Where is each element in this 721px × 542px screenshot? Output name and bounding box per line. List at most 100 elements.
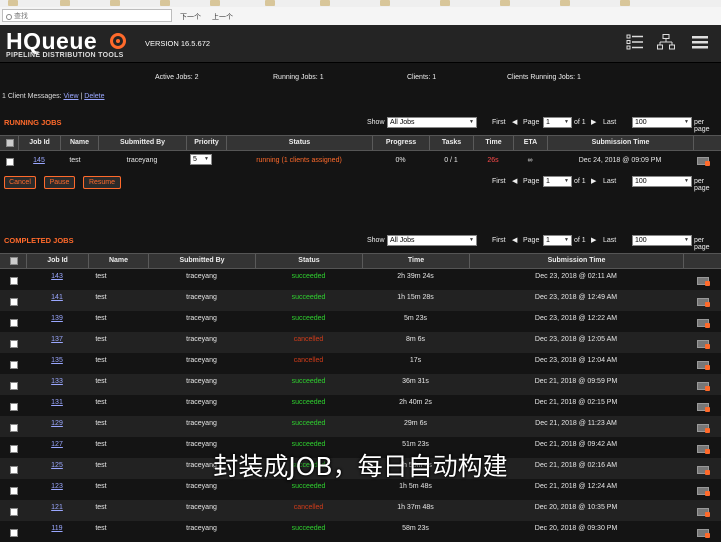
- find-input[interactable]: 查找: [2, 9, 172, 22]
- running-next-page-icon[interactable]: ▶: [591, 177, 596, 185]
- job-id-link[interactable]: 137: [51, 336, 63, 343]
- column-header[interactable]: Time: [473, 136, 513, 150]
- jobs-checklist-icon[interactable]: [626, 34, 644, 50]
- job-details-icon[interactable]: [697, 277, 710, 286]
- running-first-link[interactable]: First: [492, 119, 506, 126]
- column-header[interactable]: Status: [255, 254, 362, 268]
- table-row[interactable]: 139 test traceyang succeeded 5m 23s Dec 23, 2…: [0, 311, 721, 332]
- job-details-icon[interactable]: [697, 361, 710, 370]
- running-last-link-bottom[interactable]: Last: [603, 178, 616, 185]
- running-next-page-icon[interactable]: ▶: [591, 118, 596, 126]
- column-header[interactable]: Progress: [372, 136, 429, 150]
- table-row[interactable]: 143 test traceyang succeeded 2h 39m 24s Dec 2…: [0, 269, 721, 290]
- table-row[interactable]: 133 test traceyang succeeded 36m 31s Dec 21, …: [0, 374, 721, 395]
- column-header[interactable]: Time: [362, 254, 469, 268]
- job-id-link[interactable]: 121: [51, 504, 63, 511]
- row-checkbox[interactable]: [6, 158, 14, 166]
- completed-per-page-select[interactable]: 100: [632, 235, 692, 246]
- job-id-link[interactable]: 133: [51, 378, 63, 385]
- running-select-all-checkbox[interactable]: [6, 139, 14, 147]
- bookmark-folder-icon[interactable]: [380, 0, 390, 6]
- column-header[interactable]: Status: [226, 136, 372, 150]
- job-details-icon[interactable]: [697, 340, 710, 349]
- job-id-link[interactable]: 119: [51, 525, 62, 532]
- running-per-page-select[interactable]: 100: [632, 117, 692, 128]
- find-previous-button[interactable]: 上一个: [212, 12, 233, 22]
- pause-button[interactable]: Pause: [44, 176, 75, 189]
- job-id-link[interactable]: 123: [51, 483, 63, 490]
- bookmark-folder-icon[interactable]: [620, 0, 630, 6]
- job-id-link[interactable]: 143: [51, 273, 63, 280]
- job-id-link[interactable]: 139: [51, 315, 63, 322]
- running-page-select-bottom[interactable]: 1: [543, 176, 572, 187]
- running-prev-page-icon[interactable]: ◀: [512, 177, 517, 185]
- network-clients-icon[interactable]: [657, 34, 675, 50]
- row-checkbox[interactable]: [10, 508, 18, 516]
- job-details-icon[interactable]: [697, 403, 710, 412]
- table-row[interactable]: 131 test traceyang succeeded 2h 40m 2s Dec 21…: [0, 395, 721, 416]
- completed-first-link[interactable]: First: [492, 237, 506, 244]
- column-header[interactable]: ETA: [513, 136, 547, 150]
- column-header[interactable]: Priority: [186, 136, 226, 150]
- running-page-select[interactable]: 1: [543, 117, 572, 128]
- column-header[interactable]: Name: [88, 254, 148, 268]
- running-per-page-select-bottom[interactable]: 100: [632, 176, 692, 187]
- job-id-link[interactable]: 131: [51, 399, 63, 406]
- completed-next-page-icon[interactable]: ▶: [591, 236, 596, 244]
- column-header[interactable]: Submitted By: [148, 254, 255, 268]
- column-header[interactable]: Name: [60, 136, 98, 150]
- table-row[interactable]: 145 test traceyang 5 running (1 clients …: [0, 153, 721, 174]
- column-header[interactable]: Job Id: [26, 254, 88, 268]
- row-checkbox[interactable]: [10, 487, 18, 495]
- completed-select-all-checkbox[interactable]: [10, 257, 18, 265]
- bookmark-folder-icon[interactable]: [60, 0, 70, 6]
- column-header[interactable]: Submission Time: [547, 136, 693, 150]
- table-row[interactable]: 129 test traceyang succeeded 29m 6s Dec 21, 2…: [0, 416, 721, 437]
- completed-show-filter[interactable]: All Jobs: [387, 235, 477, 246]
- job-id-link[interactable]: 135: [51, 357, 63, 364]
- table-row[interactable]: 119 test traceyang succeeded 58m 23s Dec 20, …: [0, 521, 721, 542]
- row-checkbox[interactable]: [10, 403, 18, 411]
- bookmark-folder-icon[interactable]: [440, 0, 450, 6]
- running-last-link[interactable]: Last: [603, 119, 616, 126]
- column-header[interactable]: Submitted By: [98, 136, 186, 150]
- column-header[interactable]: Job Id: [18, 136, 60, 150]
- job-details-icon[interactable]: [697, 508, 710, 517]
- row-checkbox[interactable]: [10, 340, 18, 348]
- bookmark-folder-icon[interactable]: [320, 0, 330, 6]
- running-prev-page-icon[interactable]: ◀: [512, 118, 517, 126]
- job-details-icon[interactable]: [697, 424, 710, 433]
- table-row[interactable]: 121 test traceyang cancelled 1h 37m 48s Dec 2…: [0, 500, 721, 521]
- menu-icon[interactable]: [691, 34, 709, 50]
- priority-select[interactable]: 5: [190, 154, 212, 165]
- job-details-icon[interactable]: [697, 298, 710, 307]
- job-details-icon[interactable]: [697, 382, 710, 391]
- bookmark-folder-icon[interactable]: [8, 0, 18, 6]
- row-checkbox[interactable]: [10, 382, 18, 390]
- table-row[interactable]: 137 test traceyang cancelled 8m 6s Dec 23, 20…: [0, 332, 721, 353]
- table-row[interactable]: 141 test traceyang succeeded 1h 15m 28s Dec 2…: [0, 290, 721, 311]
- view-messages-link[interactable]: View: [63, 93, 78, 100]
- column-header[interactable]: Submission Time: [469, 254, 683, 268]
- job-id-link[interactable]: 129: [51, 420, 63, 427]
- job-details-icon[interactable]: [697, 157, 710, 166]
- running-show-filter[interactable]: All Jobs: [387, 117, 477, 128]
- column-header[interactable]: Tasks: [429, 136, 473, 150]
- row-checkbox[interactable]: [10, 319, 18, 327]
- find-next-button[interactable]: 下一个: [180, 12, 201, 22]
- delete-messages-link[interactable]: Delete: [84, 93, 104, 100]
- resume-button[interactable]: Resume: [83, 176, 121, 189]
- bookmark-folder-icon[interactable]: [210, 0, 220, 6]
- job-details-icon[interactable]: [697, 487, 710, 496]
- completed-last-link[interactable]: Last: [603, 237, 616, 244]
- job-id-link[interactable]: 141: [51, 294, 63, 301]
- running-first-link-bottom[interactable]: First: [492, 178, 506, 185]
- row-checkbox[interactable]: [10, 361, 18, 369]
- row-checkbox[interactable]: [10, 424, 18, 432]
- bookmark-folder-icon[interactable]: [265, 0, 275, 6]
- bookmark-folder-icon[interactable]: [560, 0, 570, 6]
- completed-prev-page-icon[interactable]: ◀: [512, 236, 517, 244]
- bookmark-folder-icon[interactable]: [500, 0, 510, 6]
- job-id-link[interactable]: 145: [33, 157, 45, 164]
- job-details-icon[interactable]: [697, 319, 710, 328]
